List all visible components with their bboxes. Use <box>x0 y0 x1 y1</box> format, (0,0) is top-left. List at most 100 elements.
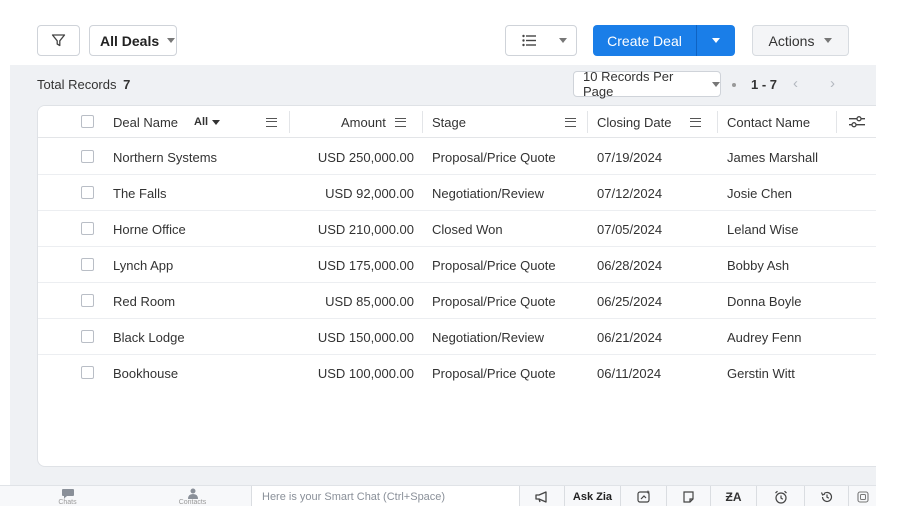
table-row[interactable]: Bookhouse USD 100,000.00 Proposal/Price … <box>38 355 876 391</box>
total-records: Total Records 7 <box>37 77 130 92</box>
contacts-button[interactable]: Contacts <box>165 486 220 506</box>
table-row[interactable]: Red Room USD 85,000.00 Proposal/Price Qu… <box>38 283 876 319</box>
closing-date-cell: 06/21/2024 <box>597 329 663 345</box>
list-view-icon <box>522 34 536 47</box>
deal-name-filter-label: All <box>194 116 209 128</box>
deal-name-cell[interactable]: Black Lodge <box>113 319 185 355</box>
table-row[interactable]: Northern Systems USD 250,000.00 Proposal… <box>38 139 876 175</box>
column-menu-icon[interactable] <box>690 117 702 127</box>
column-amount[interactable]: Amount <box>341 106 406 138</box>
ask-zia-button[interactable]: Ask Zia <box>564 486 620 506</box>
column-deal-name[interactable]: Deal Name All <box>113 106 221 138</box>
records-bar: Total Records 7 10 Records Per Page 1 - … <box>10 65 876 105</box>
column-deal-name-label: Deal Name <box>113 114 179 130</box>
column-stage-label: Stage <box>432 114 466 130</box>
view-selector-dropdown[interactable]: All Deals <box>89 25 177 56</box>
closing-date-cell: 06/28/2024 <box>597 257 663 273</box>
row-checkbox[interactable] <box>81 150 94 163</box>
table-row[interactable]: Horne Office USD 210,000.00 Closed Won 0… <box>38 211 876 247</box>
row-checkbox[interactable] <box>81 186 94 199</box>
table-header: Deal Name All Amount Stage Closing Date <box>38 106 876 138</box>
actions-label: Actions <box>768 32 815 49</box>
column-divider <box>587 111 588 133</box>
column-stage[interactable]: Stage <box>432 106 466 138</box>
amount-cell: USD 100,000.00 <box>317 365 414 381</box>
filter-button[interactable] <box>37 25 80 56</box>
row-checkbox[interactable] <box>81 330 94 343</box>
recent-items-button[interactable] <box>804 486 848 506</box>
records-per-page-select[interactable]: 10 Records Per Page <box>573 69 721 99</box>
apps-icon <box>856 490 869 503</box>
contact-name-cell[interactable]: Josie Chen <box>727 175 792 211</box>
view-selector-label: All Deals <box>100 32 160 49</box>
deal-name-cell[interactable]: The Falls <box>113 175 166 211</box>
column-menu-icon[interactable] <box>266 106 277 138</box>
history-icon <box>820 491 832 502</box>
alarm-clock-icon <box>774 490 787 504</box>
stage-cell: Negotiation/Review <box>432 329 545 345</box>
contact-name-cell[interactable]: Audrey Fenn <box>727 319 801 355</box>
closing-date-cell: 06/25/2024 <box>597 293 663 309</box>
contact-name-cell[interactable]: Donna Boyle <box>727 283 801 319</box>
contacts-icon <box>187 488 198 499</box>
amount-cell: USD 250,000.00 <box>317 149 414 165</box>
total-records-label: Total Records <box>37 77 117 92</box>
actions-button[interactable]: Actions <box>752 25 849 56</box>
deal-name-cell[interactable]: Horne Office <box>113 211 186 247</box>
chat-icon <box>61 488 74 498</box>
closing-date-cell: 07/12/2024 <box>597 185 663 201</box>
list-view-toggle[interactable] <box>505 25 577 56</box>
deal-name-cell[interactable]: Bookhouse <box>113 355 178 391</box>
notes-button[interactable] <box>666 486 710 506</box>
chats-label: Chats <box>58 498 77 506</box>
stage-cell: Closed Won <box>432 221 503 237</box>
announcement-button[interactable] <box>519 486 564 506</box>
row-checkbox[interactable] <box>81 258 94 271</box>
column-settings-icon[interactable] <box>849 106 865 138</box>
row-checkbox[interactable] <box>81 294 94 307</box>
stage-cell: Proposal/Price Quote <box>432 293 556 309</box>
chevron-down-icon <box>712 38 720 43</box>
reminders-button[interactable] <box>756 486 804 506</box>
deal-name-cell[interactable]: Northern Systems <box>113 139 217 175</box>
total-records-count: 7 <box>123 77 131 92</box>
contact-name-cell[interactable]: Bobby Ash <box>727 247 789 283</box>
contact-name-cell[interactable]: Gerstin Witt <box>727 355 795 391</box>
select-all-checkbox[interactable] <box>81 115 94 128</box>
column-menu-icon[interactable] <box>565 106 576 138</box>
deal-name-cell[interactable]: Red Room <box>113 283 175 319</box>
stage-cell: Proposal/Price Quote <box>432 149 556 165</box>
more-apps-button[interactable] <box>848 486 876 506</box>
deal-name-filter[interactable]: All <box>194 116 221 128</box>
column-closing-date-label: Closing Date <box>597 114 672 130</box>
bottom-bar: Chats Contacts Here is your Smart Chat (… <box>0 485 876 506</box>
column-menu-icon[interactable] <box>394 117 406 127</box>
zia-icon: ƵA <box>725 489 742 504</box>
contact-name-cell[interactable]: Leland Wise <box>727 211 799 247</box>
stage-cell: Proposal/Price Quote <box>432 365 556 381</box>
amount-cell: USD 92,000.00 <box>325 185 414 201</box>
closing-date-cell: 07/05/2024 <box>597 221 663 237</box>
create-deal-button[interactable]: Create Deal <box>593 25 697 56</box>
records-panel: Total Records 7 10 Records Per Page 1 - … <box>10 65 876 485</box>
table-row[interactable]: The Falls USD 92,000.00 Negotiation/Revi… <box>38 175 876 211</box>
row-checkbox[interactable] <box>81 222 94 235</box>
table-row[interactable]: Black Lodge USD 150,000.00 Negotiation/R… <box>38 319 876 355</box>
stage-cell: Negotiation/Review <box>432 185 545 201</box>
chats-button[interactable]: Chats <box>40 486 95 506</box>
separator-dot <box>732 83 736 87</box>
row-checkbox[interactable] <box>81 366 94 379</box>
create-deal-dropdown[interactable] <box>697 25 735 56</box>
previous-page-button[interactable]: ‹ <box>793 75 798 92</box>
table-row[interactable]: Lynch App USD 175,000.00 Proposal/Price … <box>38 247 876 283</box>
smart-chat-input[interactable]: Here is your Smart Chat (Ctrl+Space) <box>251 486 519 506</box>
contact-name-cell[interactable]: James Marshall <box>727 139 818 175</box>
column-contact-name[interactable]: Contact Name <box>727 106 810 138</box>
filter-icon <box>51 34 66 47</box>
next-page-button[interactable]: › <box>830 75 835 92</box>
deal-name-cell[interactable]: Lynch App <box>113 247 173 283</box>
chevron-down-icon <box>212 119 221 125</box>
zia-voice-button[interactable]: ƵA <box>710 486 756 506</box>
zia-insights-button[interactable] <box>620 486 666 506</box>
column-closing-date[interactable]: Closing Date <box>597 106 702 138</box>
